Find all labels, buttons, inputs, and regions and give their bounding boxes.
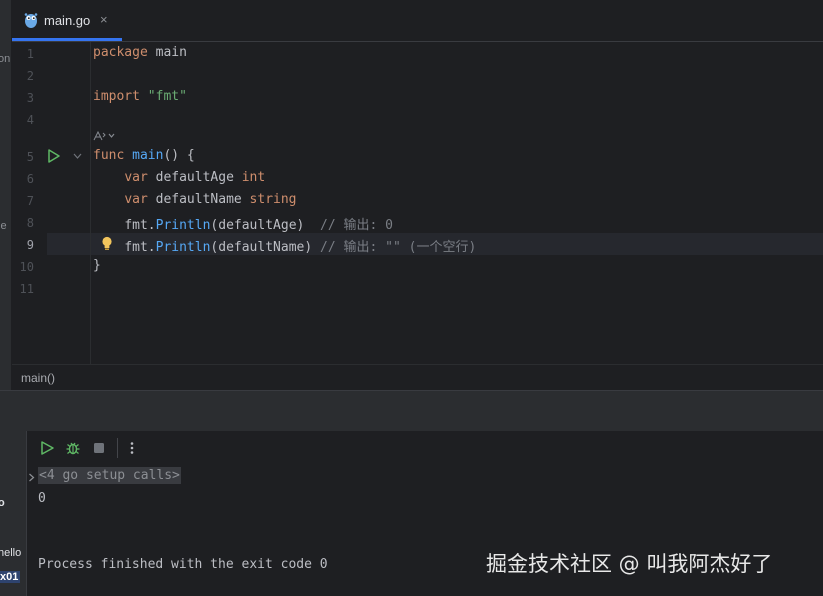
line-number: 6 bbox=[26, 172, 34, 186]
code-comment: // 输出: "" (一个空行) bbox=[312, 240, 477, 255]
code-token: var bbox=[124, 170, 148, 185]
run-config-fragment[interactable]: o bbox=[0, 497, 5, 509]
run-config-list[interactable]: o hello x01 bbox=[0, 431, 27, 596]
expand-chevron-icon[interactable] bbox=[28, 473, 35, 482]
watermark: 掘金技术社区 @ 叫我阿杰好了 bbox=[486, 552, 773, 576]
code-token: defaultAge bbox=[147, 170, 242, 185]
code-token: Println bbox=[155, 218, 211, 233]
code-token: defaultName bbox=[147, 192, 250, 207]
run-toolbar bbox=[26, 431, 823, 465]
code-token: fmt. bbox=[124, 240, 156, 255]
gutter-separator bbox=[90, 42, 91, 364]
code-token: import bbox=[93, 89, 140, 104]
line-number: 1 bbox=[26, 47, 34, 61]
code-token: package bbox=[93, 45, 148, 60]
toolbar-divider bbox=[117, 438, 118, 458]
code-line: package main bbox=[93, 45, 187, 60]
active-tab-indicator bbox=[12, 38, 122, 41]
code-line: fmt.Println(defaultAge) // 输出: 0 bbox=[93, 214, 393, 233]
code-token: main bbox=[147, 45, 187, 60]
line-number: 4 bbox=[26, 113, 34, 127]
code-line: var defaultName string bbox=[93, 192, 297, 207]
line-number: 10 bbox=[19, 260, 34, 274]
code-vision-icon[interactable] bbox=[93, 130, 117, 142]
close-icon[interactable]: × bbox=[100, 12, 108, 27]
go-gopher-icon bbox=[24, 13, 38, 28]
code-token: main bbox=[132, 148, 164, 163]
project-tree-fragment[interactable]: le bbox=[0, 220, 7, 232]
line-number: 8 bbox=[26, 216, 34, 230]
code-line: var defaultAge int bbox=[93, 170, 265, 185]
project-tree-fragment[interactable]: on bbox=[0, 53, 10, 65]
code-token: () { bbox=[163, 148, 195, 163]
line-number-current: 9 bbox=[26, 238, 34, 252]
line-number: 3 bbox=[26, 91, 34, 105]
run-config-fragment[interactable]: hello bbox=[0, 547, 21, 559]
code-comment: // 输出: 0 bbox=[304, 218, 393, 233]
rerun-icon[interactable] bbox=[39, 440, 55, 456]
folded-setup-calls[interactable]: <4 go setup calls> bbox=[38, 467, 181, 484]
editor-tab-bar: main.go × bbox=[12, 0, 823, 42]
code-token: (defaultName) bbox=[210, 240, 313, 255]
more-options-icon[interactable] bbox=[124, 440, 140, 456]
code-line: } bbox=[93, 258, 101, 273]
code-token: int bbox=[241, 170, 266, 185]
code-editor[interactable]: 1 2 3 4 5 6 7 8 9 10 11 package main imp… bbox=[12, 42, 823, 364]
code-token: Println bbox=[155, 240, 211, 255]
line-number: 7 bbox=[26, 194, 34, 208]
code-line-current: fmt.Println(defaultName) // 输出: "" (一个空行… bbox=[93, 236, 476, 255]
line-number: 5 bbox=[26, 150, 34, 164]
tab-label: main.go bbox=[44, 13, 91, 28]
code-token: "fmt" bbox=[147, 89, 187, 104]
code-token: string bbox=[249, 192, 297, 207]
code-token: (defaultAge) bbox=[210, 218, 305, 233]
code-line: func main() { bbox=[93, 148, 195, 163]
code-line: import "fmt" bbox=[93, 89, 187, 104]
stop-icon[interactable] bbox=[91, 440, 107, 456]
code-token: } bbox=[93, 258, 101, 273]
code-token: fmt. bbox=[124, 218, 156, 233]
fold-chevron-icon[interactable] bbox=[73, 152, 82, 160]
console-exit-message: Process finished with the exit code 0 bbox=[38, 557, 328, 572]
line-number: 11 bbox=[19, 282, 34, 296]
run-config-selected[interactable]: x01 bbox=[0, 571, 21, 583]
debug-icon[interactable] bbox=[65, 440, 81, 456]
tab-main-go[interactable]: main.go × bbox=[12, 0, 122, 41]
code-token: func bbox=[93, 148, 125, 163]
breadcrumb-item[interactable]: main() bbox=[21, 371, 55, 385]
run-gutter-icon[interactable] bbox=[47, 149, 60, 163]
line-number: 2 bbox=[26, 69, 34, 83]
console-output-line: 0 bbox=[38, 491, 46, 506]
breadcrumb[interactable]: main() bbox=[12, 364, 823, 390]
tool-window-header bbox=[0, 390, 823, 432]
code-token: var bbox=[124, 192, 148, 207]
